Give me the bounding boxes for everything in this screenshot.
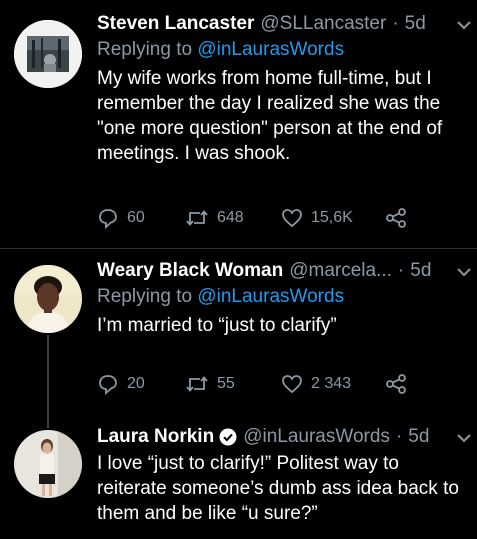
author-name[interactable]: Weary Black Woman: [97, 259, 283, 283]
reply-count: 60: [127, 209, 145, 226]
author-handle[interactable]: @marcela...: [289, 259, 392, 283]
tweet-text: I love “just to clarify!” Politest way t…: [97, 453, 459, 524]
retweet-count: 648: [217, 209, 244, 226]
timestamp[interactable]: 5d: [408, 425, 429, 449]
share-icon: [386, 208, 406, 228]
replying-to-mention[interactable]: @inLaurasWords: [197, 286, 344, 307]
like-count: 15,6K: [311, 209, 353, 226]
reply-icon: [99, 209, 117, 229]
author-name[interactable]: Laura Norkin: [97, 425, 214, 449]
share-icon: [386, 374, 406, 394]
retweet-icon: [186, 210, 208, 226]
retweet-button[interactable]: 55: [185, 373, 281, 395]
avatar-image: [14, 20, 82, 88]
tweet-text: I’m married to “just to clarify”: [97, 315, 337, 336]
chevron-down-icon[interactable]: [455, 263, 473, 281]
tweet-header: Laura Norkin @inLaurasWords · 5d: [97, 425, 463, 449]
like-button[interactable]: 15,6K: [281, 207, 385, 229]
separator: ·: [392, 13, 399, 34]
avatar-image: [14, 265, 82, 333]
timestamp[interactable]: 5d: [405, 12, 426, 36]
replying-to-mention[interactable]: @inLaurasWords: [197, 39, 344, 60]
tweet-header: Weary Black Woman @marcela... · 5d: [97, 259, 463, 283]
reply-icon: [99, 375, 117, 395]
replying-to: Replying to @inLaurasWords: [97, 285, 463, 309]
chevron-down-icon[interactable]: [455, 16, 473, 34]
share-button[interactable]: [385, 373, 407, 395]
like-count: 2 343: [311, 375, 352, 392]
tweet-weary-black-woman[interactable]: Weary Black Woman @marcela... · 5d Reply…: [0, 249, 477, 412]
separator: ·: [395, 426, 403, 447]
avatar[interactable]: [14, 265, 82, 333]
avatar-image: [14, 430, 82, 498]
avatar[interactable]: [14, 20, 82, 88]
timestamp[interactable]: 5d: [410, 259, 431, 283]
tweet-text: My wife works from home full-time, but I…: [97, 68, 443, 164]
verified-badge-icon: [219, 428, 237, 446]
author-handle[interactable]: @SLLancaster: [260, 12, 386, 36]
retweet-count: 55: [217, 375, 235, 392]
tweet-actions: 60 648 15,6K: [97, 206, 427, 230]
replying-to: Replying to @inLaurasWords: [97, 38, 463, 62]
like-icon: [282, 209, 302, 228]
avatar[interactable]: [14, 430, 82, 498]
reply-count: 20: [127, 375, 145, 392]
replying-to-label: Replying to: [97, 39, 193, 60]
tweet-laura-norkin[interactable]: Laura Norkin @inLaurasWords · 5d I love …: [0, 412, 477, 539]
tweet-actions: 20 55 2 343: [97, 372, 427, 396]
author-handle[interactable]: @inLaurasWords: [243, 425, 390, 449]
reply-button[interactable]: 20: [97, 373, 185, 395]
like-icon: [282, 375, 302, 394]
chevron-down-icon[interactable]: [455, 429, 473, 447]
separator: ·: [397, 260, 405, 281]
reply-button[interactable]: 60: [97, 207, 185, 229]
replying-to-label: Replying to: [97, 286, 193, 307]
tweet-header: Steven Lancaster @SLLancaster · 5d: [97, 12, 463, 36]
thread-line: [47, 412, 49, 428]
author-name[interactable]: Steven Lancaster: [97, 12, 254, 36]
share-button[interactable]: [385, 207, 407, 229]
like-button[interactable]: 2 343: [281, 373, 385, 395]
tweet-steven-lancaster[interactable]: Steven Lancaster @SLLancaster · 5d Reply…: [0, 0, 477, 248]
thread-line: [47, 335, 49, 412]
retweet-icon: [186, 376, 208, 392]
retweet-button[interactable]: 648: [185, 207, 281, 229]
